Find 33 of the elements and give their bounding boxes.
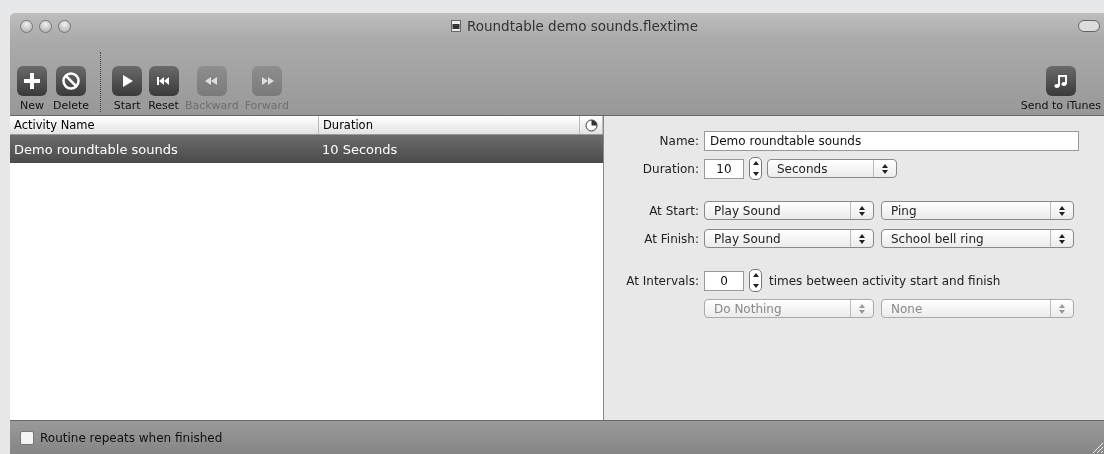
field-label: Name: bbox=[658, 133, 699, 148]
stepper[interactable] bbox=[749, 157, 762, 180]
window-control-button[interactable] bbox=[58, 19, 71, 33]
resize-grip-icon[interactable] bbox=[1091, 441, 1103, 453]
column-header[interactable]: Activity Name bbox=[10, 116, 319, 134]
toolbar-button[interactable]: Delete bbox=[50, 66, 93, 112]
stepper[interactable] bbox=[749, 269, 762, 292]
clock-icon bbox=[584, 118, 598, 132]
column-header[interactable]: Duration bbox=[319, 116, 580, 134]
table-cell-text: 10 Seconds bbox=[321, 141, 399, 157]
window-control-button[interactable] bbox=[20, 19, 33, 33]
field-label: At Intervals: bbox=[625, 273, 699, 288]
window-control-button[interactable] bbox=[39, 19, 52, 33]
field-label: Duration: bbox=[641, 161, 699, 176]
table-row[interactable]: Demo roundtable sounds 10 Seconds bbox=[10, 135, 603, 163]
field-label: At Finish: bbox=[643, 231, 699, 246]
field-label: At Start: bbox=[648, 203, 699, 218]
unit-dropdown[interactable]: Seconds bbox=[767, 159, 897, 178]
prohibited-icon bbox=[60, 70, 83, 92]
sound-dropdown[interactable]: Ping bbox=[881, 201, 1074, 220]
action-dropdown[interactable]: Play Sound bbox=[704, 201, 874, 220]
table-cell-text: Demo roundtable sounds bbox=[13, 141, 179, 157]
duration-field[interactable]: 10 bbox=[704, 158, 744, 179]
window-title: Roundtable demo sounds.flextime bbox=[466, 18, 699, 34]
document-icon bbox=[450, 20, 461, 32]
repeat-checkbox[interactable]: Routine repeats when finished bbox=[20, 430, 223, 445]
toolbar-toggle-button[interactable] bbox=[1078, 20, 1100, 32]
sound-dropdown[interactable]: School bell ring bbox=[881, 229, 1074, 248]
action-dropdown[interactable]: Play Sound bbox=[704, 229, 874, 248]
name-field[interactable]: Demo roundtable sounds bbox=[704, 130, 1079, 151]
toolbar-button[interactable]: Send to iTunes bbox=[1017, 66, 1104, 112]
plus-icon bbox=[21, 70, 43, 92]
intervals-note: times between activity start and finish bbox=[769, 273, 1001, 288]
